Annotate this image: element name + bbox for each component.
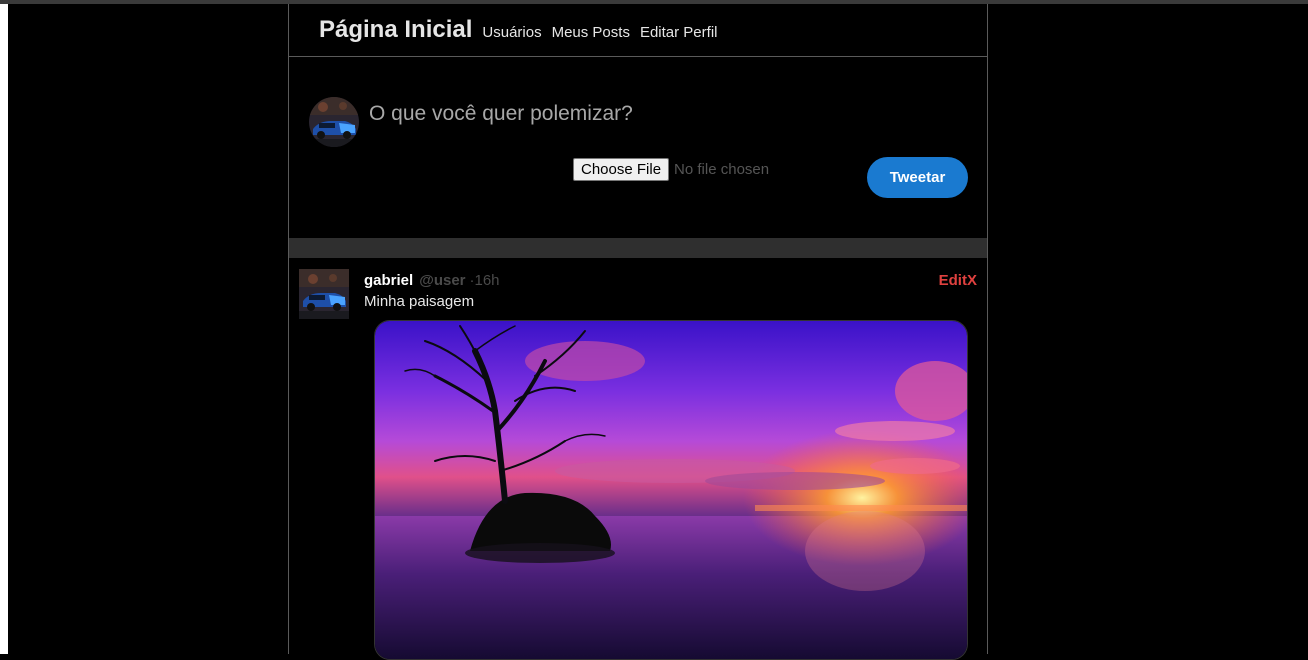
file-upload: Choose File No file chosen [573,158,769,181]
post-text: Minha paisagem [364,293,475,310]
delete-post-button[interactable]: X [967,272,977,289]
post-image[interactable] [374,320,968,660]
tweet-composer: Choose File No file chosen Tweetar [289,57,987,238]
page-title: Página Inicial [319,16,473,43]
post-header: gabriel @user · 16h [364,272,500,289]
post-author-handle: @user [419,272,466,289]
top-nav: Página Inicial Usuários Meus Posts Edita… [289,4,987,57]
user-avatar [309,97,359,147]
sunset-landscape-image [375,321,967,659]
car-avatar-image [309,97,359,147]
main-column: Página Inicial Usuários Meus Posts Edita… [288,4,988,660]
post-timestamp: 16h [474,272,500,289]
post-actions: Edit X [939,272,977,289]
edit-post-button[interactable]: Edit [939,272,967,289]
tweet-button[interactable]: Tweetar [867,157,968,198]
post-author-avatar [299,269,349,319]
post-author-name[interactable]: gabriel [364,272,413,289]
file-status-text: No file chosen [674,161,770,178]
post-item: gabriel @user · 16h Edit X Minha paisage… [289,258,987,660]
feed-divider [289,238,987,258]
nav-link-usuarios[interactable]: Usuários [482,24,541,41]
nav-link-meus-posts[interactable]: Meus Posts [552,24,630,41]
choose-file-button[interactable]: Choose File [573,158,670,181]
nav-link-editar-perfil[interactable]: Editar Perfil [640,24,718,41]
car-avatar-image [299,269,349,319]
tweet-input[interactable] [369,99,929,129]
left-edge-strip [0,4,8,654]
